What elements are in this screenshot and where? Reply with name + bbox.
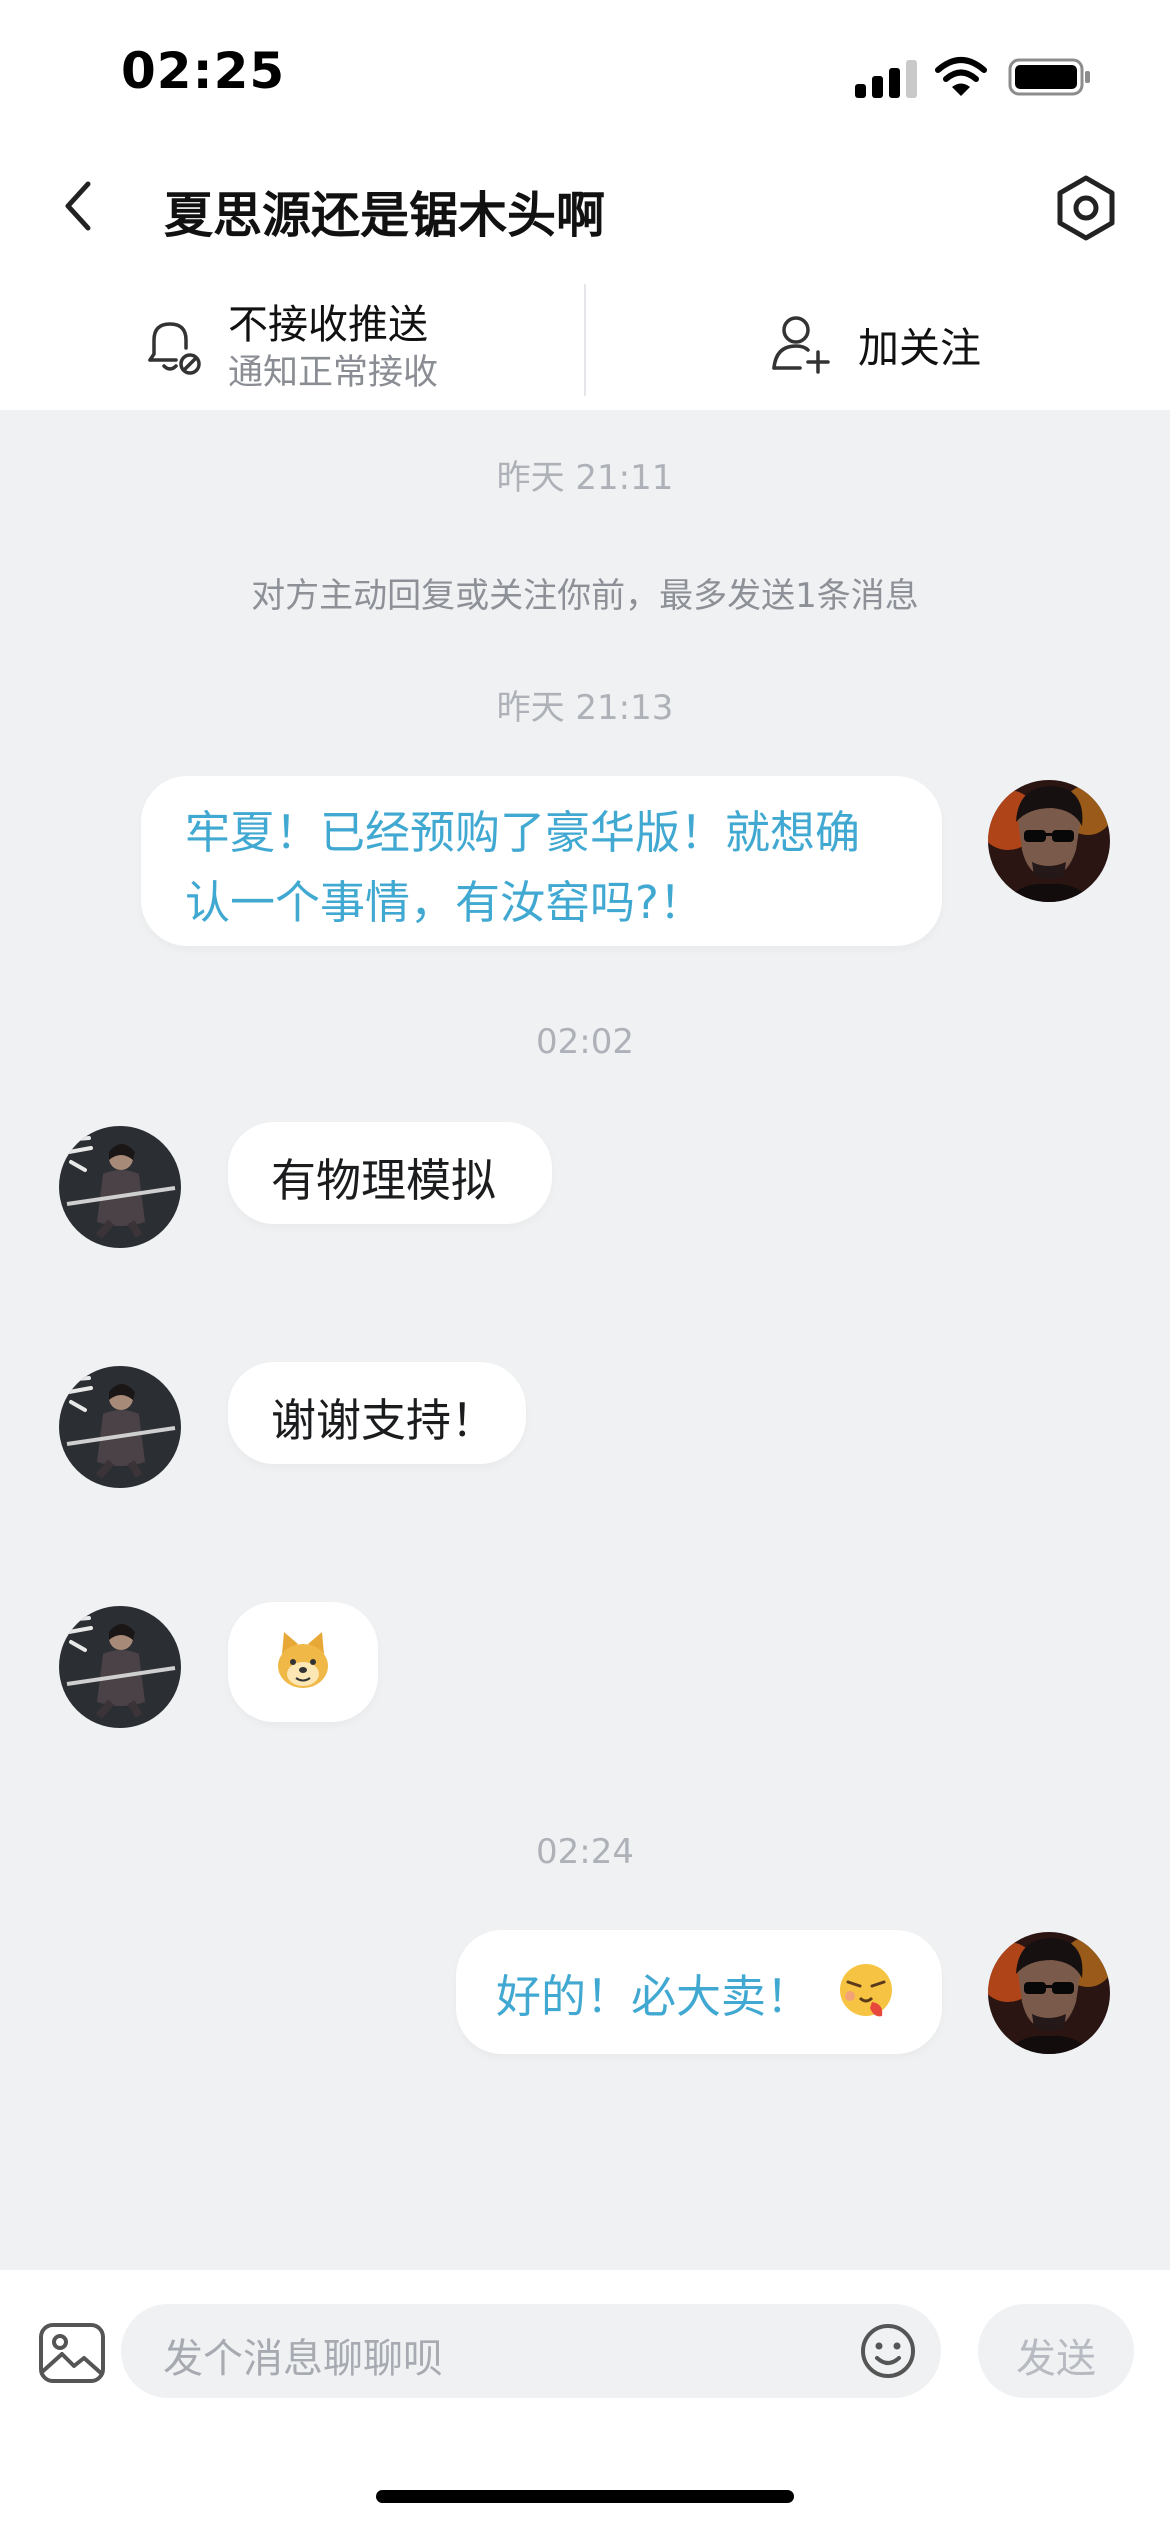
incoming-sticker-bubble[interactable] [228, 1602, 378, 1722]
tongue-out-emoji-icon [840, 1964, 892, 2017]
contact-avatar[interactable] [59, 1606, 181, 1728]
push-setting-sublabel: 通知正常接收 [228, 353, 439, 393]
image-picker-icon[interactable] [38, 2322, 106, 2384]
doge-emoji-icon [278, 1632, 328, 1688]
divider [584, 284, 586, 396]
message-input[interactable]: 发个消息聊聊呗 [121, 2304, 941, 2398]
settings-gear-icon[interactable] [1050, 172, 1122, 244]
my-avatar[interactable] [988, 780, 1110, 902]
my-avatar[interactable] [988, 1932, 1110, 2054]
timestamp: 02:24 [536, 1832, 634, 1872]
incoming-message-bubble[interactable]: 有物理模拟 [228, 1122, 552, 1224]
timestamp: 昨天 21:11 [496, 458, 674, 498]
message-text: 好的！必大卖！ [496, 1970, 812, 2023]
incoming-message-bubble[interactable]: 谢谢支持！ [228, 1362, 526, 1464]
push-setting-button[interactable]: 不接收推送 通知正常接收 [140, 286, 470, 396]
message-text: 牢夏！已经预购了豪华版！就想确 [185, 806, 861, 859]
home-indicator [376, 2490, 794, 2503]
message-input-placeholder: 发个消息聊聊呗 [163, 2336, 443, 2382]
bell-mute-icon [148, 322, 201, 375]
back-button[interactable] [58, 176, 98, 236]
follow-button[interactable]: 加关注 [770, 300, 1010, 390]
send-button[interactable]: 发送 [978, 2304, 1134, 2398]
outgoing-message-bubble[interactable]: 牢夏！已经预购了豪华版！就想确 认一个事情，有汝窑吗?！ [141, 776, 942, 946]
wifi-icon [935, 57, 987, 96]
follow-label: 加关注 [858, 324, 981, 372]
emoji-icon[interactable] [859, 2322, 917, 2380]
message-text: 有物理模拟 [271, 1154, 497, 1207]
send-label: 发送 [1016, 2336, 1096, 2382]
add-user-icon [772, 316, 830, 374]
chat-title: 夏思源还是锯木头啊 [164, 187, 606, 244]
battery-icon [1008, 58, 1090, 96]
message-text: 谢谢支持！ [271, 1394, 497, 1447]
message-limit-notice: 对方主动回复或关注你前，最多发送1条消息 [251, 576, 919, 616]
timestamp: 昨天 21:13 [496, 688, 674, 728]
status-time: 02:25 [121, 42, 286, 100]
contact-avatar[interactable] [59, 1366, 181, 1488]
contact-avatar[interactable] [59, 1126, 181, 1248]
outgoing-message-bubble[interactable]: 好的！必大卖！ [456, 1930, 942, 2054]
message-text: 认一个事情，有汝窑吗?！ [185, 876, 704, 929]
push-setting-label: 不接收推送 [228, 302, 428, 348]
timestamp: 02:02 [536, 1022, 634, 1062]
cellular-signal-icon [855, 58, 917, 98]
